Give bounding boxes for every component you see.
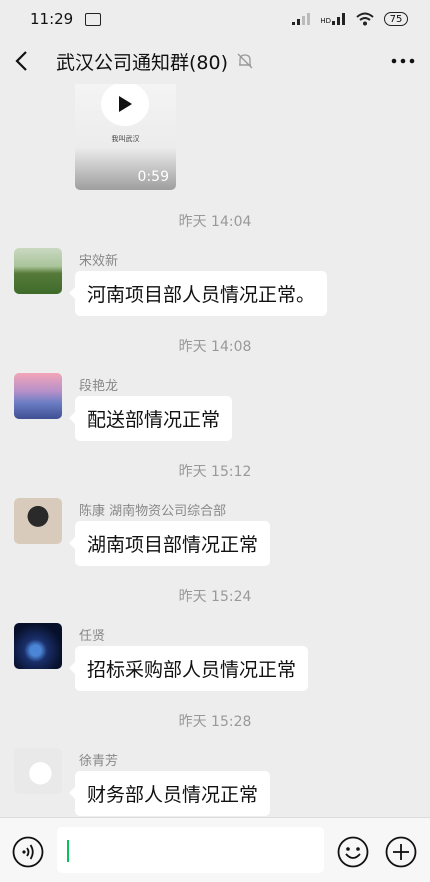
sender-name: 段艳龙 xyxy=(79,379,119,394)
video-duration: 0:59 xyxy=(137,169,169,185)
chat-title: 武汉公司通知群(80) xyxy=(56,51,229,74)
avatar[interactable] xyxy=(14,623,62,669)
message-bubble[interactable]: 招标采购部人员情况正常 xyxy=(68,646,309,691)
avatar[interactable] xyxy=(14,248,62,294)
mute-bell-icon xyxy=(236,52,254,70)
battery-icon: 75 xyxy=(384,12,408,26)
status-left: 11:29 xyxy=(30,10,102,28)
chat-header: 武汉公司通知群(80) xyxy=(0,38,430,84)
back-arrow-icon[interactable] xyxy=(14,50,36,72)
status-right: HD 75 xyxy=(292,12,408,26)
avatar[interactable] xyxy=(14,748,62,794)
sender-name: 陈康 湖南物资公司综合部 xyxy=(79,504,227,519)
status-bar: 11:29 HD 75 xyxy=(0,0,430,38)
sender-name: 任贤 xyxy=(79,629,106,644)
input-bar xyxy=(0,817,430,882)
message-list[interactable]: 我叫武汉 0:59 昨天 14:04 宋效新 河南项目部人员情况正常。 昨天 1… xyxy=(0,84,430,817)
hd-label: HD xyxy=(320,17,331,25)
text-caret xyxy=(67,840,69,862)
plus-icon[interactable] xyxy=(385,836,417,868)
sender-name: 徐青芳 xyxy=(79,754,119,769)
avatar[interactable] xyxy=(14,498,62,544)
message-bubble[interactable]: 财务部人员情况正常 xyxy=(68,771,271,816)
sender-name: 宋效新 xyxy=(79,254,119,269)
message-bubble[interactable]: 河南项目部人员情况正常。 xyxy=(68,271,328,316)
timestamp: 昨天 15:28 xyxy=(178,714,252,730)
voice-icon[interactable] xyxy=(12,836,44,868)
message-bubble[interactable]: 配送部情况正常 xyxy=(68,396,233,441)
video-caption: 我叫武汉 xyxy=(111,135,140,143)
play-icon[interactable] xyxy=(101,84,149,126)
timestamp: 昨天 14:04 xyxy=(178,214,252,230)
hd-signal-icon: HD xyxy=(320,13,346,25)
more-dots-icon[interactable] xyxy=(390,50,416,72)
signal-icon xyxy=(292,13,311,25)
status-time: 11:29 xyxy=(30,10,74,28)
timestamp: 昨天 15:12 xyxy=(178,464,252,480)
timestamp: 昨天 14:08 xyxy=(178,339,252,355)
timestamp: 昨天 15:24 xyxy=(178,589,252,605)
avatar[interactable] xyxy=(14,373,62,419)
wifi-icon xyxy=(356,12,374,26)
emoji-icon[interactable] xyxy=(337,836,369,868)
notification-icon xyxy=(85,12,102,26)
video-message[interactable]: 我叫武汉 0:59 xyxy=(75,84,176,190)
message-input[interactable] xyxy=(57,827,324,873)
message-bubble[interactable]: 湖南项目部情况正常 xyxy=(68,521,271,566)
